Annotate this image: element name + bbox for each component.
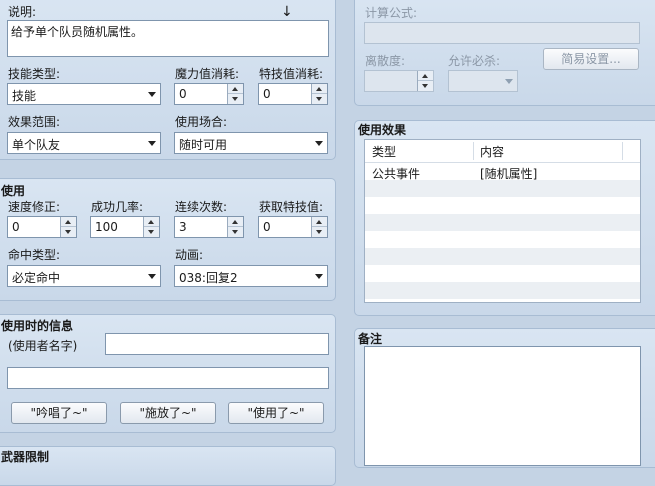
- spin-down-icon[interactable]: [144, 227, 159, 237]
- scope-label: 效果范围:: [8, 115, 61, 129]
- table-row[interactable]: [365, 248, 640, 265]
- occasion-value: 随时可用: [179, 138, 228, 152]
- spin-down-icon[interactable]: [228, 227, 243, 237]
- chevron-down-icon: [148, 92, 156, 97]
- mouse-cursor-icon: ↓: [281, 4, 293, 20]
- formula-label: 计算公式:: [365, 6, 418, 20]
- spinner-buttons[interactable]: [143, 217, 159, 237]
- message-line1-field[interactable]: [105, 333, 329, 355]
- table-row[interactable]: 公共事件 [随机属性]: [365, 163, 640, 181]
- skill-type-value: 技能: [12, 89, 37, 103]
- spin-up-icon[interactable]: [228, 217, 243, 227]
- repeats-label: 连续次数:: [175, 200, 228, 214]
- spin-up-icon[interactable]: [228, 84, 243, 94]
- tp-gain-value: 0: [263, 220, 271, 234]
- message-title: 使用时的信息: [1, 319, 74, 333]
- chant-button[interactable]: "吟唱了~": [11, 402, 107, 424]
- chevron-down-icon: [148, 141, 156, 146]
- scope-value: 单个队友: [12, 138, 61, 152]
- description-field[interactable]: 给予单个队员随机属性。: [7, 20, 329, 57]
- column-divider: [622, 142, 623, 160]
- repeats-stepper[interactable]: 3: [174, 216, 244, 238]
- use-button[interactable]: "使用了~": [228, 402, 324, 424]
- spinner-buttons[interactable]: [311, 84, 327, 104]
- speed-stepper[interactable]: 0: [7, 216, 77, 238]
- tp-cost-label: 特技值消耗:: [259, 67, 324, 81]
- description-label: 说明:: [8, 5, 37, 19]
- weapon-restriction-title: 武器限制: [1, 450, 50, 464]
- hit-type-value: 必定命中: [12, 271, 61, 285]
- spin-down-icon[interactable]: [312, 94, 327, 104]
- spinner-buttons[interactable]: [60, 217, 76, 237]
- user-name-label: (使用者名字): [8, 339, 78, 353]
- invocation-title: 使用: [1, 184, 26, 198]
- note-field[interactable]: [364, 346, 641, 466]
- spin-down-icon[interactable]: [418, 81, 433, 91]
- animation-value: 038:回复2: [179, 271, 238, 285]
- tp-gain-label: 获取特技值:: [259, 200, 324, 214]
- column-divider: [473, 142, 474, 160]
- spin-down-icon[interactable]: [228, 94, 243, 104]
- spin-up-icon[interactable]: [144, 217, 159, 227]
- message-line2-field[interactable]: [7, 367, 329, 389]
- tp-cost-stepper[interactable]: 0: [258, 83, 328, 105]
- repeats-value: 3: [179, 220, 187, 234]
- spin-up-icon[interactable]: [418, 71, 433, 81]
- chevron-down-icon: [315, 274, 323, 279]
- success-label: 成功几率:: [91, 200, 144, 214]
- variance-label: 离散度:: [365, 54, 406, 68]
- cast-button[interactable]: "施放了~": [120, 402, 216, 424]
- column-header-type[interactable]: 类型: [372, 143, 396, 160]
- critical-select[interactable]: [448, 70, 518, 92]
- table-row[interactable]: [365, 197, 640, 214]
- hit-type-label: 命中类型:: [8, 248, 61, 262]
- spinner-buttons[interactable]: [227, 84, 243, 104]
- note-title: 备注: [358, 332, 383, 346]
- table-row[interactable]: [365, 231, 640, 248]
- effects-title: 使用效果: [358, 123, 407, 137]
- chevron-down-icon: [505, 79, 513, 84]
- spin-down-icon[interactable]: [61, 227, 76, 237]
- table-row[interactable]: [365, 282, 640, 299]
- spinner-buttons[interactable]: [227, 217, 243, 237]
- spin-up-icon[interactable]: [312, 217, 327, 227]
- skill-type-label: 技能类型:: [8, 67, 61, 81]
- critical-label: 允许必杀:: [448, 54, 501, 68]
- spin-down-icon[interactable]: [312, 227, 327, 237]
- weapon-restriction-panel: [0, 446, 336, 486]
- tp-cost-value: 0: [263, 87, 271, 101]
- spin-up-icon[interactable]: [312, 84, 327, 94]
- animation-select[interactable]: 038:回复2: [174, 265, 328, 287]
- simple-setup-button[interactable]: 简易设置...: [543, 48, 639, 70]
- spinner-buttons[interactable]: [417, 71, 433, 91]
- effects-table[interactable]: 类型 内容 公共事件 [随机属性]: [364, 139, 641, 303]
- speed-value: 0: [12, 220, 20, 234]
- table-row[interactable]: [365, 265, 640, 282]
- mp-cost-label: 魔力值消耗:: [175, 67, 240, 81]
- skill-type-select[interactable]: 技能: [7, 83, 161, 105]
- success-value: 100: [95, 220, 118, 234]
- table-header: 类型 内容: [365, 140, 640, 163]
- variance-stepper[interactable]: [364, 70, 434, 92]
- spinner-buttons[interactable]: [311, 217, 327, 237]
- animation-label: 动画:: [175, 248, 204, 262]
- mp-cost-value: 0: [179, 87, 187, 101]
- column-header-content[interactable]: 内容: [480, 143, 504, 160]
- formula-field[interactable]: [364, 22, 640, 44]
- occasion-select[interactable]: 随时可用: [174, 132, 328, 154]
- occasion-label: 使用场合:: [175, 115, 228, 129]
- speed-label: 速度修正:: [8, 200, 61, 214]
- table-row[interactable]: [365, 180, 640, 197]
- tp-gain-stepper[interactable]: 0: [258, 216, 328, 238]
- mp-cost-stepper[interactable]: 0: [174, 83, 244, 105]
- hit-type-select[interactable]: 必定命中: [7, 265, 161, 287]
- scope-select[interactable]: 单个队友: [7, 132, 161, 154]
- chevron-down-icon: [148, 274, 156, 279]
- success-stepper[interactable]: 100: [90, 216, 160, 238]
- table-row[interactable]: [365, 214, 640, 231]
- spin-up-icon[interactable]: [61, 217, 76, 227]
- chevron-down-icon: [315, 141, 323, 146]
